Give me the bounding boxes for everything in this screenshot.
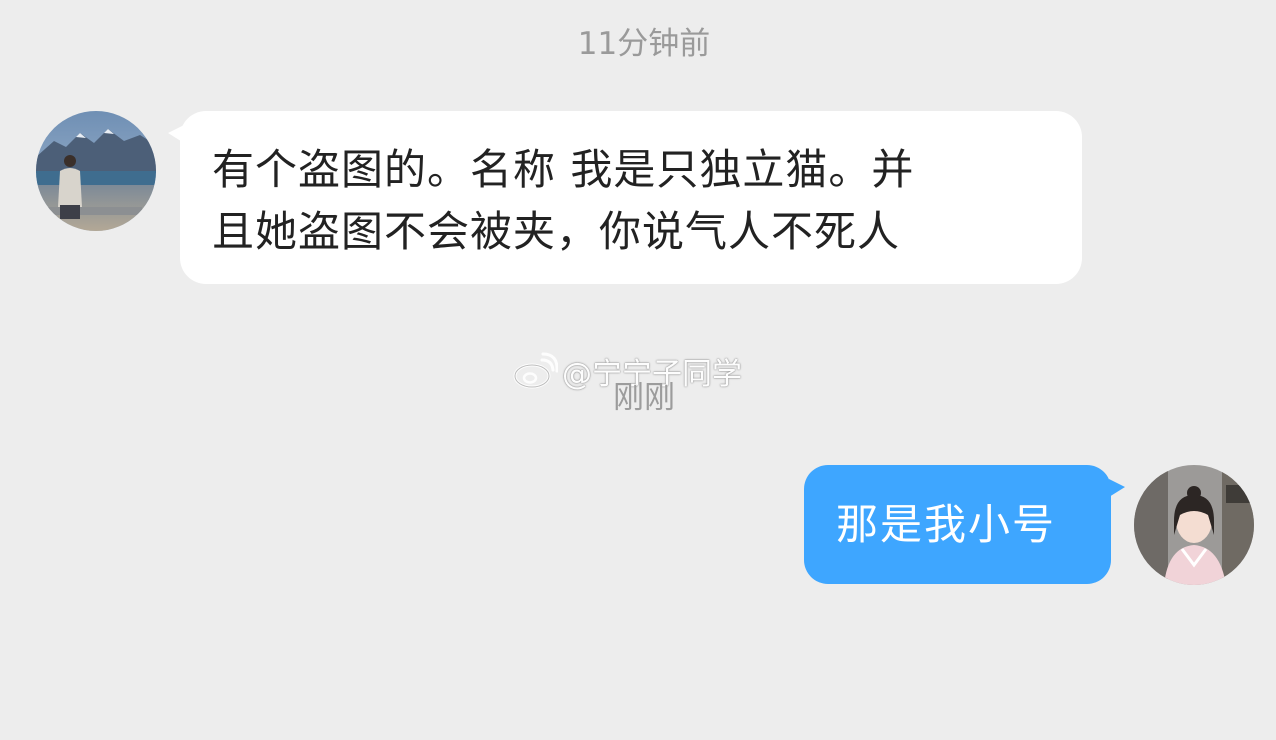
message-text: 那是我小号	[836, 500, 1057, 549]
landscape-avatar-image	[36, 111, 156, 231]
sender-avatar[interactable]	[36, 111, 156, 231]
user-avatar[interactable]	[1134, 465, 1254, 585]
message-text-line: 有个盗图的。名称 我是只独立猫。并	[212, 145, 915, 194]
message-timestamp: 刚刚	[613, 380, 675, 416]
message-text-line: 且她盗图不会被夹，你说气人不死人	[212, 207, 901, 256]
message-timestamp: 11分钟前	[577, 26, 711, 62]
portrait-avatar-image	[1134, 465, 1254, 585]
incoming-message-bubble[interactable]: 有个盗图的。名称 我是只独立猫。并 且她盗图不会被夹，你说气人不死人	[168, 111, 1082, 284]
outgoing-message-bubble[interactable]: 那是我小号	[804, 465, 1125, 584]
